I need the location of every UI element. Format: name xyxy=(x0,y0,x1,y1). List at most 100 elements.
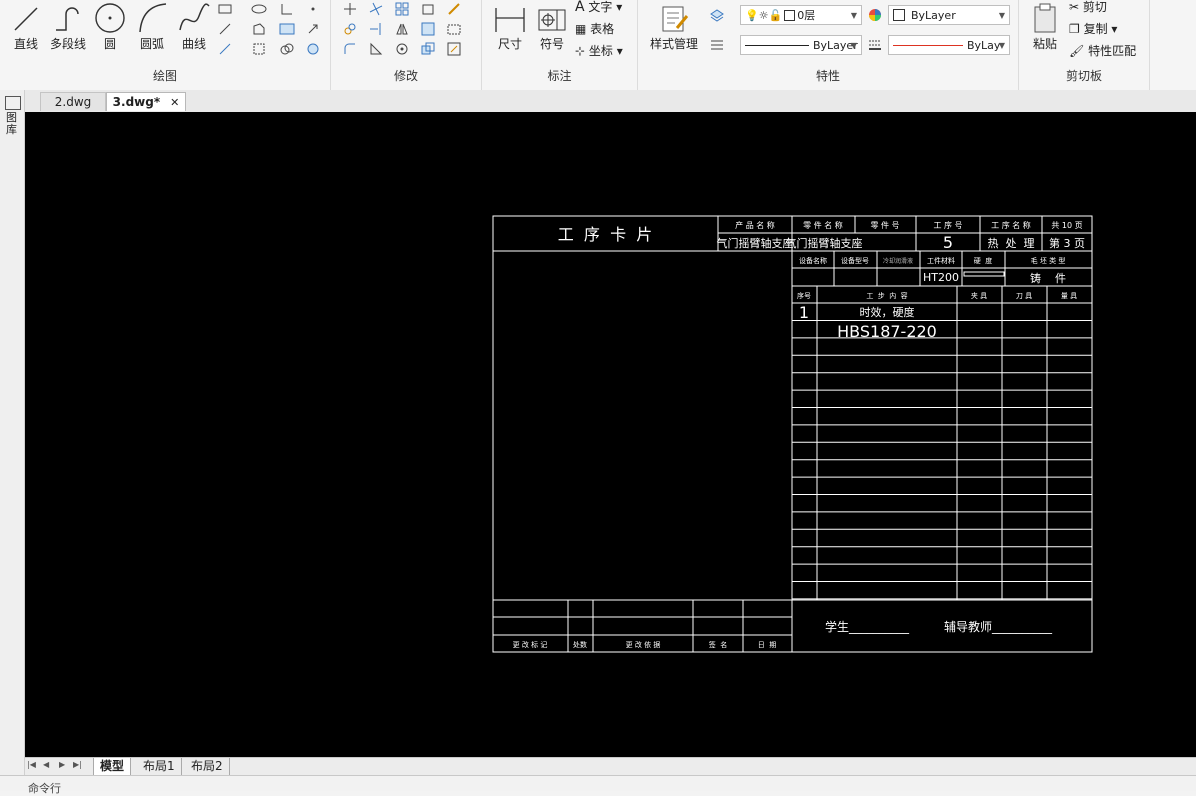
cut-tool[interactable]: ✂ 剪切 xyxy=(1069,0,1107,15)
nav-next-button[interactable]: ▶ xyxy=(59,760,65,769)
layer-value: 0层 xyxy=(797,9,816,22)
drawing-canvas[interactable]: 工 序 卡 片 产 品 名 称 零 件 名 称 零 件 号 工 序 号 工 序 … xyxy=(25,112,1196,757)
rectangle-icon[interactable] xyxy=(216,0,234,18)
arc-button[interactable]: 圆弧 xyxy=(130,0,174,60)
donut-icon[interactable] xyxy=(304,40,322,58)
copy-obj-icon[interactable] xyxy=(341,20,359,38)
col-header-gauge: 量 具 xyxy=(1061,292,1077,300)
polyline-button[interactable]: 多段线 xyxy=(44,0,92,60)
student-field: 学生__________ xyxy=(825,619,910,634)
layer-color-swatch xyxy=(784,9,796,21)
lineweight-sample xyxy=(893,44,963,46)
chamfer-icon[interactable] xyxy=(367,40,385,58)
edit-icon[interactable] xyxy=(445,0,463,18)
tab-label: 3.dwg* xyxy=(112,95,161,109)
boundary-icon[interactable] xyxy=(250,40,268,58)
point-icon[interactable] xyxy=(304,0,322,18)
array-icon[interactable] xyxy=(393,0,411,18)
match-props-tool[interactable]: 🖌 特性匹配 xyxy=(1069,42,1136,59)
offset-icon[interactable] xyxy=(419,0,437,18)
arc-icon xyxy=(139,3,167,33)
color-swatch xyxy=(893,9,905,21)
library-side-strip: 图库 xyxy=(0,90,25,790)
dimension-button[interactable]: 尺寸 xyxy=(488,0,532,60)
layer-dropdown[interactable]: 💡 ☼ 🔓 0层 ▼ xyxy=(740,5,862,25)
scale-icon[interactable] xyxy=(419,20,437,38)
ellipse-icon[interactable] xyxy=(250,0,268,18)
dimension-label: 尺寸 xyxy=(497,37,522,51)
linetype-dropdown[interactable]: ByLayer ▼ xyxy=(740,35,862,55)
lineweight-icon[interactable] xyxy=(866,36,884,54)
trim-icon[interactable] xyxy=(367,0,385,18)
linetype-icon[interactable] xyxy=(708,36,726,54)
lineweight-dropdown[interactable]: ByLay ▼ xyxy=(888,35,1010,55)
ribbon: 直线 多段线 圆 圆弧 曲线 绘图 修改 尺寸 符号 A 文字 ▾ ▦ 表格 ⊹… xyxy=(0,0,1196,91)
ray-icon[interactable] xyxy=(216,40,234,58)
header-label: 零 件 名 称 xyxy=(803,220,843,230)
cloud-icon[interactable] xyxy=(278,40,296,58)
tab-layout2[interactable]: 布局2 xyxy=(185,758,230,775)
copy-label: 复制 xyxy=(1083,22,1108,36)
col-header-content: 工 步 内 容 xyxy=(866,291,907,300)
circle-icon xyxy=(95,3,125,33)
annotate-panel: 尺寸 符号 A 文字 ▾ ▦ 表格 ⊹ 坐标 ▾ 标注 xyxy=(482,0,638,90)
row2-label: 设备型号 xyxy=(841,256,869,265)
properties-panel-title: 特性 xyxy=(815,69,840,83)
tab-layout1[interactable]: 布局1 xyxy=(137,758,182,775)
copy-tool[interactable]: ❐ 复制 ▾ xyxy=(1069,20,1117,37)
mirror-icon[interactable] xyxy=(393,20,411,38)
match-label: 特性匹配 xyxy=(1088,44,1137,58)
close-tab-icon[interactable]: ✕ xyxy=(170,96,179,109)
library-icon[interactable] xyxy=(5,96,21,110)
symbol-button[interactable]: 符号 xyxy=(530,0,574,60)
blank-type-value: 铸 件 xyxy=(1030,271,1066,285)
style-manager-button[interactable]: 样式管理 xyxy=(644,0,704,60)
nav-first-button[interactable]: |◀ xyxy=(27,760,36,769)
coord-tool[interactable]: ⊹ 坐标 ▾ xyxy=(575,42,623,59)
nav-last-button[interactable]: ▶| xyxy=(73,760,82,769)
curve-icon xyxy=(179,3,210,31)
construction-line-icon[interactable] xyxy=(216,20,234,38)
stretch-icon[interactable] xyxy=(445,20,463,38)
text-tool[interactable]: A 文字 ▾ xyxy=(575,0,622,15)
arc-label: 圆弧 xyxy=(139,37,164,51)
tab-model[interactable]: 模型 xyxy=(93,758,132,776)
clipboard-panel: 粘贴 ✂ 剪切 ❐ 复制 ▾ 🖌 特性匹配 剪切板 xyxy=(1019,0,1150,90)
layer-manager-icon[interactable] xyxy=(708,6,726,24)
teacher-field: 辅导教师__________ xyxy=(944,619,1053,634)
color-dropdown[interactable]: ByLayer ▼ xyxy=(888,5,1010,25)
text-label: 文字 xyxy=(588,0,613,14)
row2-label: 工件材料 xyxy=(927,256,955,265)
tab-2-dwg[interactable]: 2.dwg xyxy=(40,92,106,111)
card-title: 工 序 卡 片 xyxy=(558,225,653,244)
color-wheel-icon[interactable] xyxy=(866,6,884,24)
extend-icon[interactable] xyxy=(367,20,385,38)
header-label: 工 序 名 称 xyxy=(991,220,1031,230)
process-name: 热 处 理 xyxy=(988,237,1035,250)
curve-label: 曲线 xyxy=(181,37,206,51)
explode-icon[interactable] xyxy=(419,40,437,58)
pointer-icon[interactable] xyxy=(304,20,322,38)
line-icon xyxy=(14,7,38,31)
hatch-icon[interactable] xyxy=(278,20,296,38)
row2-label: 设备名称 xyxy=(799,256,827,265)
tab-3-dwg[interactable]: 3.dwg* ✕ xyxy=(106,92,186,111)
angle-icon[interactable] xyxy=(278,0,296,18)
circle-button[interactable]: 圆 xyxy=(88,0,132,60)
line-button[interactable]: 直线 xyxy=(4,0,48,60)
move-icon[interactable] xyxy=(341,0,359,18)
paste-icon xyxy=(1034,3,1056,33)
command-line[interactable]: 命令行 xyxy=(0,775,1196,795)
paste-button[interactable]: 粘贴 xyxy=(1023,0,1067,60)
properties-edit-icon[interactable] xyxy=(445,40,463,58)
command-label: 命令行 xyxy=(28,782,61,795)
nav-prev-button[interactable]: ◀ xyxy=(43,760,49,769)
region-icon[interactable] xyxy=(250,20,268,38)
curve-button[interactable]: 曲线 xyxy=(172,0,216,60)
fillet-icon[interactable] xyxy=(341,40,359,58)
table-tool[interactable]: ▦ 表格 xyxy=(575,20,614,37)
library-label[interactable]: 图库 xyxy=(6,112,18,136)
rotate-icon[interactable] xyxy=(393,40,411,58)
dimension-icon xyxy=(495,8,525,32)
footer-label: 更 改 依 据 xyxy=(626,640,661,649)
